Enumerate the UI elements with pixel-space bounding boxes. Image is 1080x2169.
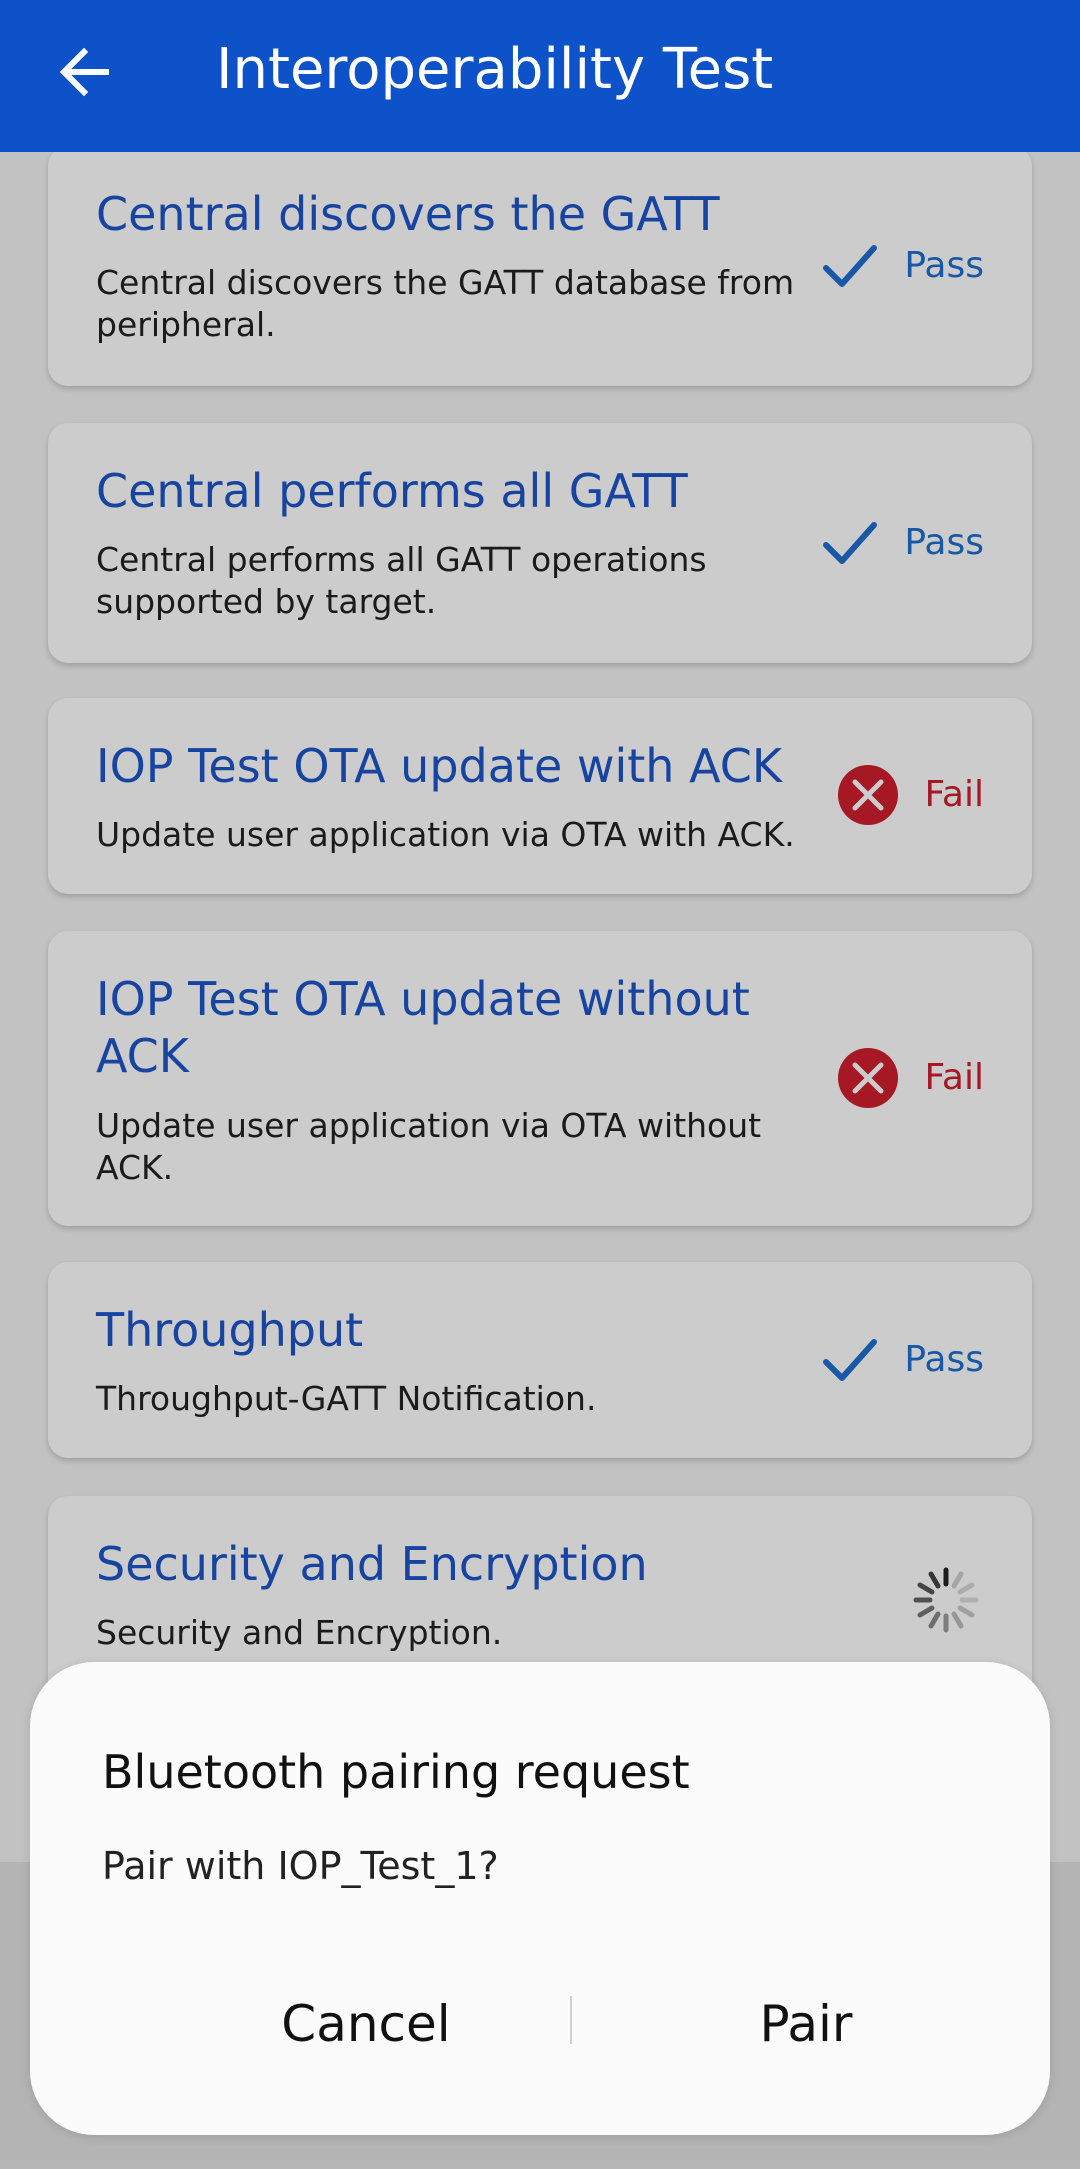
dialog-message: Pair with IOP_Test_1? xyxy=(102,1844,499,1888)
bluetooth-pairing-dialog: Bluetooth pairing request Pair with IOP_… xyxy=(30,1662,1050,2135)
page-title: Interoperability Test xyxy=(216,37,774,102)
back-button[interactable] xyxy=(44,32,124,112)
pair-button[interactable]: Pair xyxy=(626,1974,986,2074)
screen: Interoperability Test Central discovers … xyxy=(0,0,1080,2169)
app-bar: Interoperability Test xyxy=(0,0,1080,152)
cancel-button[interactable]: Cancel xyxy=(186,1974,546,2074)
dialog-title: Bluetooth pairing request xyxy=(102,1745,690,1799)
arrow-back-icon xyxy=(59,47,109,97)
button-divider xyxy=(570,1996,572,2044)
